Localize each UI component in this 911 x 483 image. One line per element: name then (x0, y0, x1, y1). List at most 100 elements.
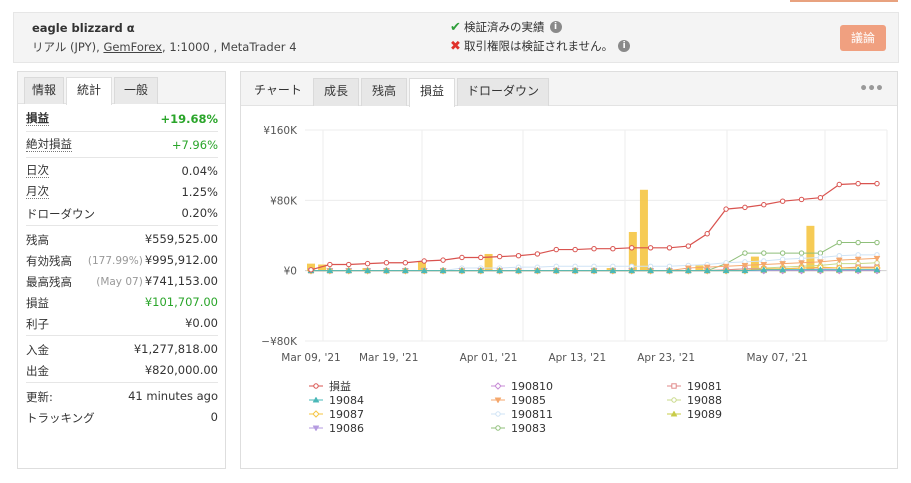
tab-growth[interactable]: 成長 (313, 78, 359, 106)
stat-highest: 最高残高 (May 07) ¥741,153.00 (26, 270, 218, 291)
stat-tracking: トラッキング 0 (26, 406, 218, 427)
data-point (440, 257, 446, 263)
data-point (704, 231, 710, 237)
bar (806, 225, 815, 271)
data-point (496, 253, 503, 260)
account-header: eagle blizzard α リアル (JPY), GemForex, 1:… (13, 12, 899, 63)
chart-panel: チャート 成長 残高 損益 ドローダウン ••• ¥160K ¥80K ¥0 −¥80… (240, 71, 898, 469)
data-point (761, 202, 767, 208)
data-point (817, 194, 824, 201)
data-point (742, 250, 748, 256)
stat-label[interactable]: 損益 (26, 112, 49, 126)
broker-link[interactable]: GemForex (103, 40, 162, 54)
data-point (534, 251, 541, 257)
info-icon[interactable]: i (618, 40, 631, 52)
stat-label[interactable]: 月次 (26, 185, 49, 199)
legend-label: 損益 (329, 379, 351, 393)
divider (26, 131, 218, 132)
x-tick-label: Apr 01, '21 (460, 352, 518, 364)
divider (26, 157, 218, 158)
stat-value: (May 07) ¥741,153.00 (96, 274, 218, 288)
stat-value: ¥1,277,818.00 (133, 342, 218, 356)
account-info: リアル (JPY), GemForex, 1:1000 , MetaTrader… (32, 39, 297, 55)
data-point (798, 250, 805, 256)
stat-value: 0.20% (181, 206, 218, 220)
tab-chart[interactable]: チャート (245, 78, 311, 106)
tab-balance[interactable]: 残高 (361, 78, 407, 106)
discuss-button[interactable]: 議論 (840, 25, 886, 51)
legend-label: 19084 (329, 394, 364, 407)
data-point (855, 252, 861, 258)
legend-marker (313, 383, 319, 389)
profit-chart: ¥160K ¥80K ¥0 −¥80K Mar 09, '21 Mar 19, '21 Ap… (261, 125, 888, 435)
legend-label: 19087 (329, 408, 364, 421)
data-point (723, 206, 729, 212)
data-point (836, 239, 842, 246)
y-tick-label: ¥80K (270, 195, 298, 207)
data-point (761, 250, 767, 256)
data-point (798, 255, 805, 262)
verified-track-record-label: 検証済みの実績 (464, 20, 545, 34)
plot-area (305, 130, 887, 341)
divider (26, 335, 218, 336)
stat-label: 更新: (26, 390, 53, 404)
x-tick-label: Mar 19, '21 (359, 352, 418, 364)
tab-drawdown[interactable]: ドローダウン (457, 78, 549, 106)
tab-info[interactable]: 情報 (24, 77, 64, 104)
cross-icon: ✖ (450, 38, 461, 54)
data-point (798, 196, 805, 203)
stat-label: ドローダウン (26, 207, 95, 221)
stat-value: 0 (210, 410, 218, 424)
stat-amount: ¥995,912.00 (144, 253, 218, 267)
data-point (346, 261, 352, 268)
stat-label[interactable]: 絶対損益 (26, 138, 72, 152)
stat-label: 損益 (26, 296, 49, 310)
data-point (421, 258, 427, 264)
data-point (874, 239, 880, 246)
data-point (572, 246, 578, 253)
legend-label: 190810 (511, 380, 553, 393)
y-tick-label: ¥0 (284, 266, 297, 278)
data-point (515, 253, 522, 259)
stats-list: 損益 +19.68% 絶対損益 +7.96% 日次 0.04% 月次 1.25% ドロー… (26, 108, 218, 427)
data-point (629, 245, 635, 251)
stat-label: 入金 (26, 343, 49, 357)
stat-interest: 利子 ¥0.00 (26, 312, 218, 333)
stat-label[interactable]: 日次 (26, 164, 49, 178)
data-point (836, 253, 842, 259)
x-tick-label: May 07, '21 (746, 352, 807, 364)
data-point (459, 254, 465, 261)
account-name: eagle blizzard α (32, 21, 135, 35)
trading-privileges: ✖ 取引権限は検証されません。 i (450, 38, 631, 54)
stat-note: (177.99%) (87, 255, 143, 267)
tab-profit[interactable]: 損益 (409, 78, 455, 107)
stat-profit: 損益 ¥101,707.00 (26, 291, 218, 312)
account-details: , 1:1000 , MetaTrader 4 (162, 40, 297, 54)
data-point (817, 250, 824, 256)
more-icon[interactable]: ••• (859, 81, 884, 97)
divider (26, 225, 218, 226)
verified-track-record: ✔ 検証済みの実績 i (450, 19, 562, 35)
y-tick-label: ¥160K (263, 125, 298, 137)
tab-stats[interactable]: 統計 (66, 77, 112, 105)
data-point (836, 181, 842, 188)
legend-marker (312, 410, 320, 418)
bar (639, 189, 648, 271)
data-point (817, 254, 824, 261)
stat-amount: ¥741,153.00 (144, 274, 218, 288)
info-icon[interactable]: i (549, 21, 562, 33)
legend-label: 19083 (511, 422, 546, 435)
tab-general[interactable]: 一般 (114, 77, 158, 104)
legend-label: 19085 (511, 394, 546, 407)
stat-deposits: 入金 ¥1,277,818.00 (26, 338, 218, 359)
data-point (478, 254, 484, 261)
y-tick-label: −¥80K (261, 336, 298, 348)
legend-label: 19088 (687, 394, 722, 407)
stat-label: トラッキング (26, 411, 95, 425)
stat-value: ¥101,707.00 (144, 295, 218, 309)
data-point (742, 204, 748, 211)
legend-label: 19081 (687, 380, 722, 393)
data-point (327, 261, 333, 268)
stat-value: 41 minutes ago (128, 389, 218, 403)
trading-privileges-label: 取引権限は検証されません。 (464, 39, 614, 53)
